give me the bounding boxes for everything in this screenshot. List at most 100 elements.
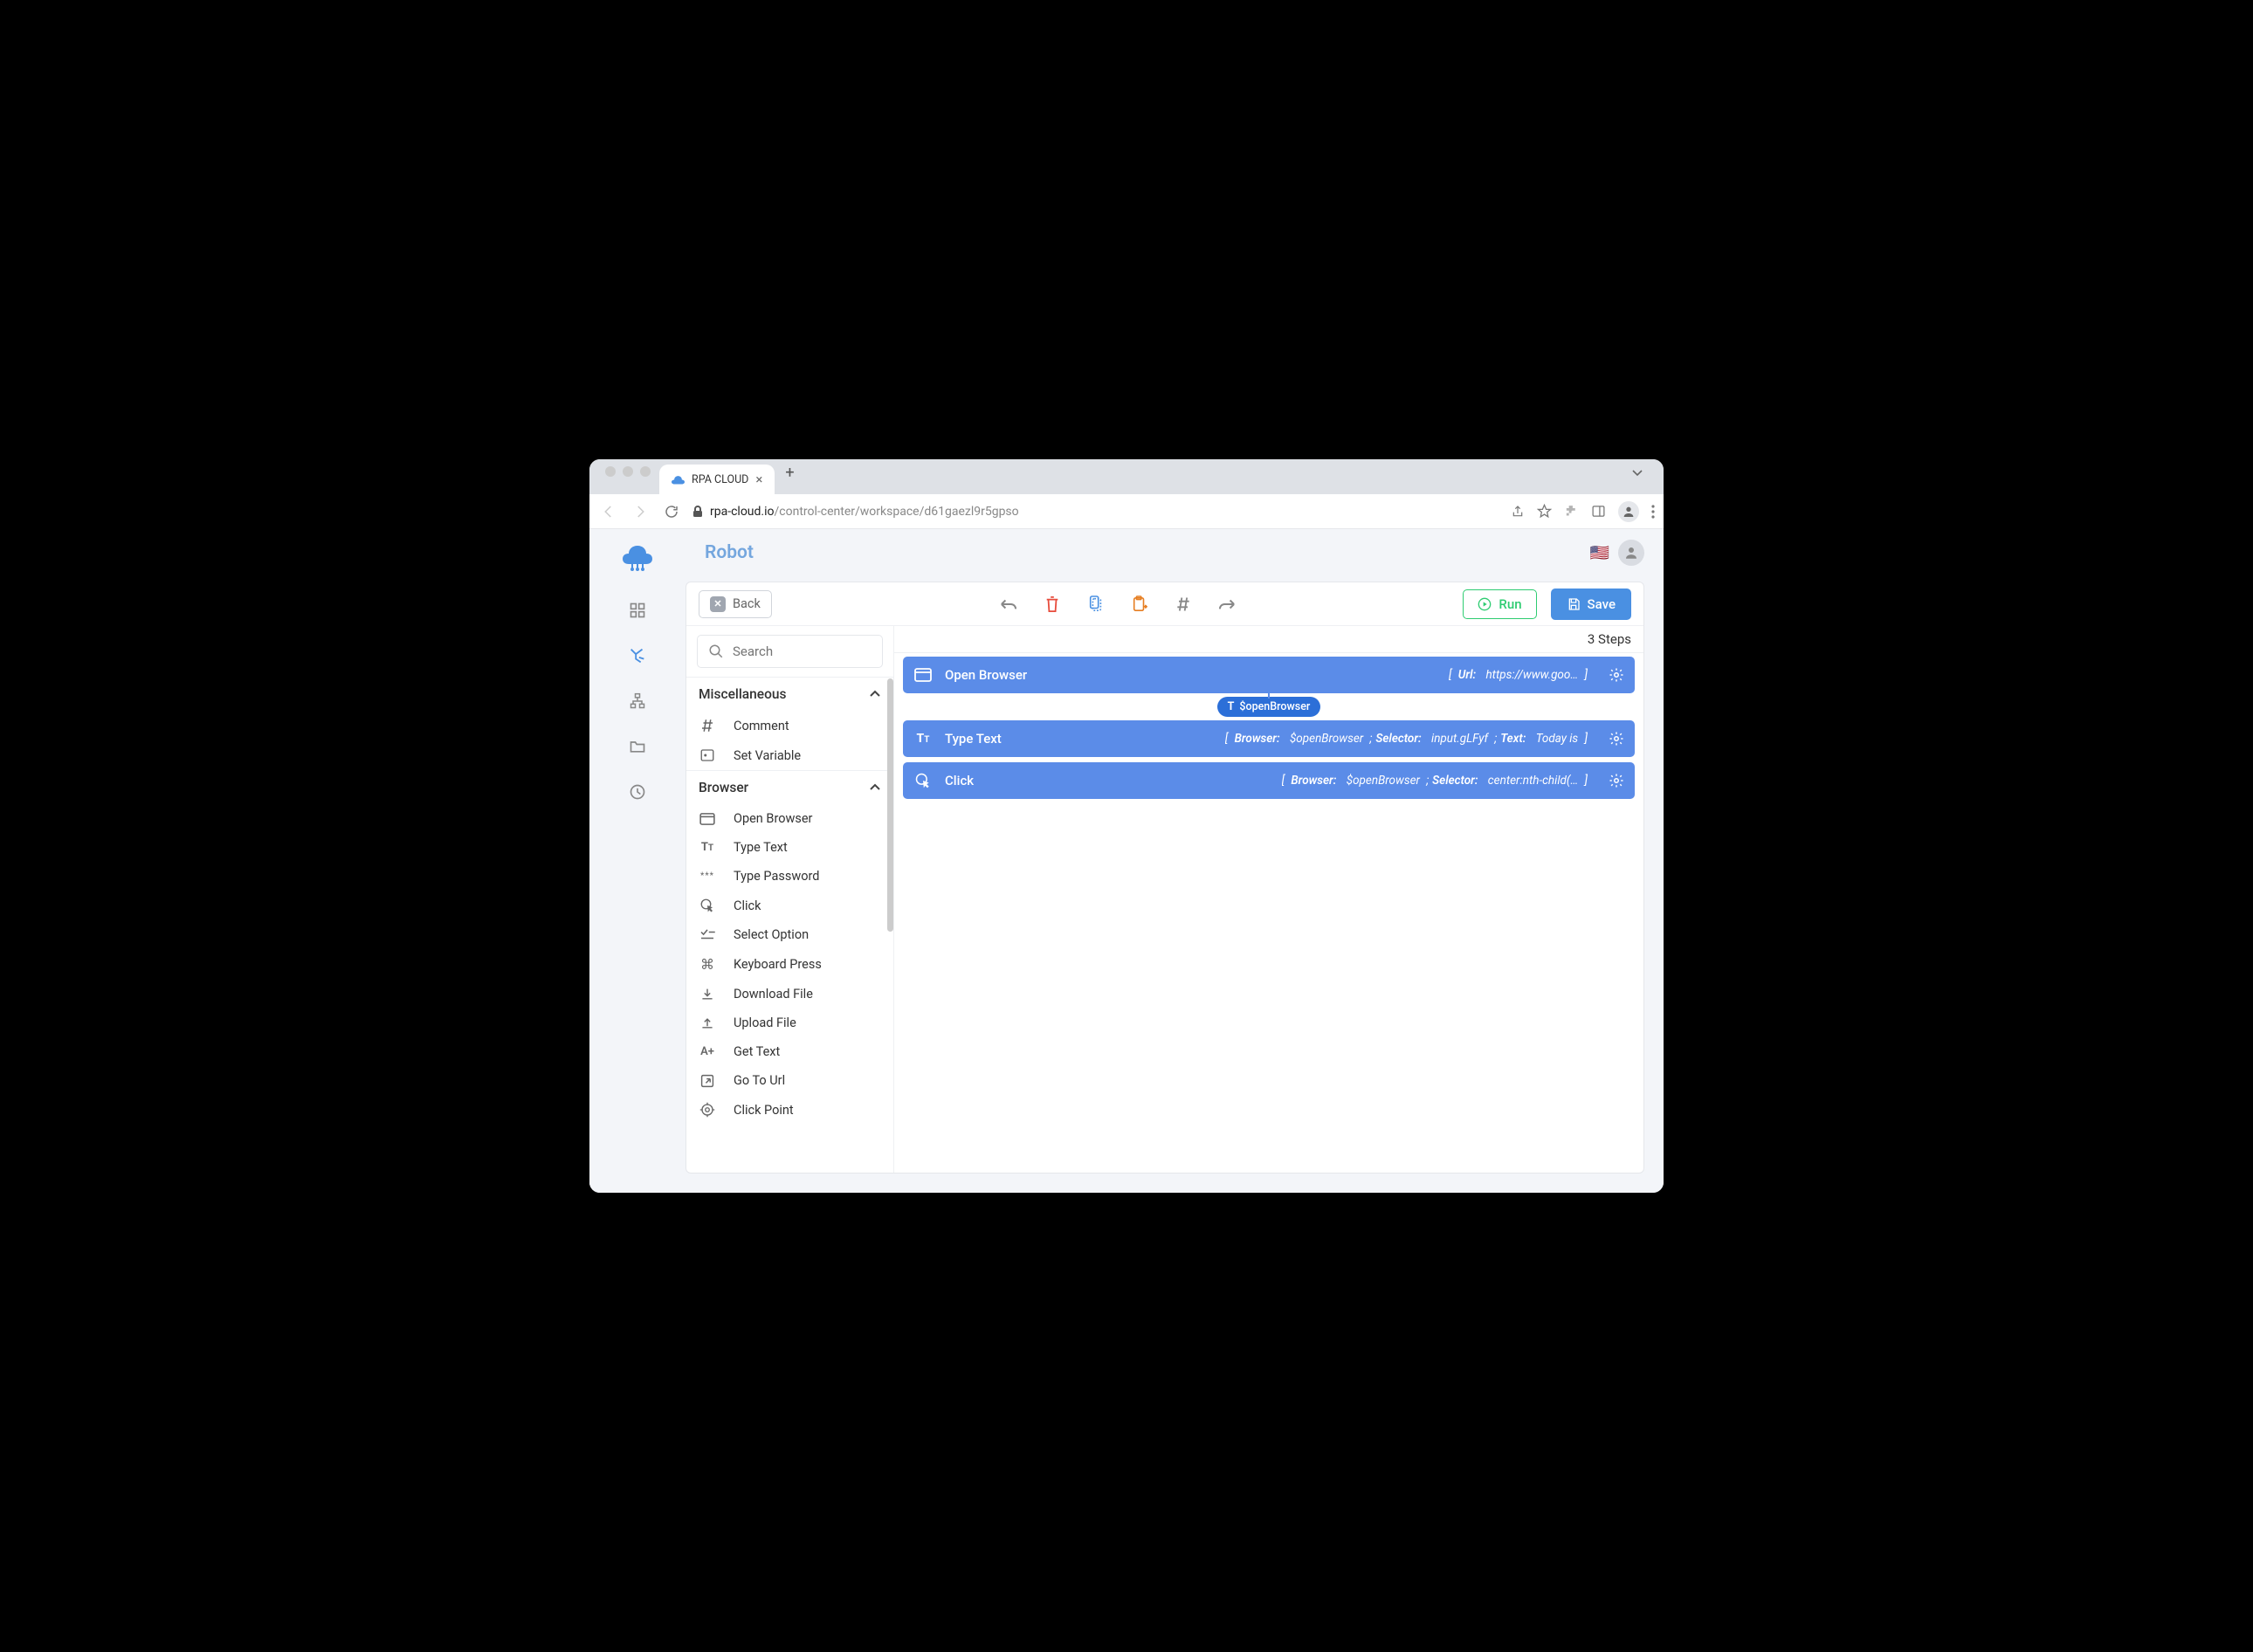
- back-button[interactable]: ✕ Back: [699, 590, 772, 618]
- nav-forward-button[interactable]: [630, 501, 651, 522]
- undo-icon[interactable]: [999, 595, 1018, 614]
- rail-history-icon[interactable]: [628, 782, 647, 802]
- target-icon: [699, 1102, 716, 1118]
- window-zoom-dot[interactable]: [640, 466, 651, 477]
- step-params: [ Browser: $openBrowser ;Selector: cente…: [1282, 774, 1588, 788]
- back-label: Back: [733, 596, 761, 611]
- palette-item[interactable]: Comment: [686, 711, 893, 740]
- new-tab-button[interactable]: +: [775, 464, 803, 491]
- hash-icon[interactable]: [1174, 595, 1193, 614]
- gear-icon[interactable]: [1609, 667, 1624, 683]
- download-icon: [699, 988, 716, 1002]
- page-title: Robot: [705, 542, 754, 563]
- palette-item[interactable]: A+Get Text: [686, 1037, 893, 1066]
- window-minimize-dot[interactable]: [623, 466, 633, 477]
- address-bar: rpa-cloud.io/control-center/workspace/d6…: [589, 494, 1664, 529]
- save-icon: [1567, 597, 1581, 611]
- run-button[interactable]: Run: [1463, 589, 1536, 619]
- delete-icon[interactable]: [1043, 595, 1062, 614]
- upload-icon: [699, 1016, 716, 1030]
- toolbar-center: [777, 595, 1458, 614]
- reload-button[interactable]: [661, 501, 682, 522]
- kebab-icon[interactable]: [1651, 505, 1655, 519]
- section-header-misc[interactable]: Miscellaneous: [686, 677, 893, 711]
- palette-item[interactable]: Click: [686, 891, 893, 920]
- paste-icon[interactable]: [1130, 595, 1149, 614]
- rail-robot-icon[interactable]: [628, 646, 647, 665]
- variable-icon: [699, 747, 716, 763]
- rail-dashboard-icon[interactable]: [628, 601, 647, 620]
- section-header-browser[interactable]: Browser: [686, 770, 893, 804]
- chevron-up-icon: [869, 783, 881, 792]
- step-name: Type Text: [945, 731, 1002, 747]
- palette-item[interactable]: Set Variable: [686, 740, 893, 770]
- browser-tab[interactable]: RPA CLOUD ×: [659, 465, 775, 494]
- app-root: Robot 🇺🇸 ✕ Back: [589, 529, 1664, 1193]
- search-input[interactable]: [733, 644, 872, 659]
- click-icon: [913, 771, 933, 790]
- window-close-dot[interactable]: [605, 466, 616, 477]
- copy-icon[interactable]: [1086, 595, 1106, 614]
- panel-icon[interactable]: [1591, 504, 1606, 519]
- select-icon: [699, 929, 716, 941]
- palette-item[interactable]: ⌘Keyboard Press: [686, 949, 893, 980]
- palette-item[interactable]: ***Type Password: [686, 862, 893, 891]
- tab-overflow-button[interactable]: [1631, 468, 1657, 485]
- locale-flag[interactable]: 🇺🇸: [1590, 544, 1609, 562]
- save-button[interactable]: Save: [1551, 589, 1631, 620]
- gear-icon[interactable]: [1609, 773, 1624, 788]
- profile-avatar[interactable]: [1618, 501, 1639, 522]
- palette-search[interactable]: [697, 635, 883, 668]
- step-block[interactable]: TT Type Text [ Browser: $openBrowser ;Se…: [903, 720, 1635, 757]
- cloud-icon: [672, 474, 685, 485]
- step-connector: T $openBrowser: [903, 697, 1635, 717]
- step-block[interactable]: Click [ Browser: $openBrowser ;Selector:…: [903, 762, 1635, 799]
- workflow-canvas: 3 Steps Open Browser [ Url: https://www.…: [894, 626, 1643, 1173]
- chrome-tabstrip: RPA CLOUD × +: [589, 459, 1664, 494]
- url-field[interactable]: rpa-cloud.io/control-center/workspace/d6…: [692, 505, 1500, 519]
- palette-item[interactable]: Go To Url: [686, 1066, 893, 1095]
- extensions-icon[interactable]: [1564, 504, 1579, 519]
- chrome-action-icons: [1511, 501, 1655, 522]
- action-palette: Miscellaneous Comment Set Variable Brows…: [686, 626, 894, 1173]
- step-block[interactable]: Open Browser [ Url: https://www.goo… ]: [903, 657, 1635, 693]
- tab-title: RPA CLOUD: [692, 473, 748, 486]
- palette-item[interactable]: Upload File: [686, 1008, 893, 1037]
- scrollbar-thumb[interactable]: [887, 678, 893, 932]
- share-icon[interactable]: [1511, 505, 1525, 519]
- rail-workflow-icon[interactable]: [628, 692, 647, 711]
- step-name: Click: [945, 773, 974, 788]
- chevron-up-icon: [869, 690, 881, 699]
- window-icon: [699, 813, 716, 825]
- user-avatar[interactable]: [1618, 540, 1644, 566]
- palette-item[interactable]: Select Option: [686, 920, 893, 949]
- main-area: Robot 🇺🇸 ✕ Back: [686, 529, 1664, 1193]
- left-rail: [589, 529, 686, 1193]
- variable-chip[interactable]: T $openBrowser: [1217, 697, 1321, 717]
- gear-icon[interactable]: [1609, 731, 1624, 747]
- lock-icon: [692, 506, 703, 518]
- window-controls: [596, 466, 659, 487]
- search-icon: [708, 644, 724, 659]
- close-icon[interactable]: ×: [755, 472, 762, 487]
- step-count: 3 Steps: [894, 626, 1643, 653]
- palette-item[interactable]: Open Browser: [686, 804, 893, 833]
- editor-card: ✕ Back Run: [686, 582, 1644, 1174]
- palette-item[interactable]: Download File: [686, 980, 893, 1008]
- app-logo[interactable]: [620, 543, 655, 571]
- rail-folder-icon[interactable]: [628, 737, 647, 756]
- get-text-icon: A+: [699, 1045, 716, 1058]
- hash-icon: [699, 718, 716, 733]
- chip-label: $openBrowser: [1239, 700, 1310, 713]
- palette-item[interactable]: Click Point: [686, 1095, 893, 1125]
- window-icon: [913, 665, 933, 685]
- section-title: Browser: [699, 780, 748, 795]
- browser-window: RPA CLOUD × + rpa-cloud.io/control-cente…: [589, 459, 1664, 1193]
- save-label: Save: [1588, 596, 1616, 612]
- palette-item[interactable]: TTType Text: [686, 833, 893, 862]
- type-icon: T: [1228, 700, 1235, 713]
- url-path: /control-center/workspace/d61gaezl9r5gps…: [775, 505, 1019, 519]
- nav-back-button[interactable]: [598, 501, 619, 522]
- star-icon[interactable]: [1537, 504, 1552, 519]
- redo-icon[interactable]: [1217, 595, 1237, 614]
